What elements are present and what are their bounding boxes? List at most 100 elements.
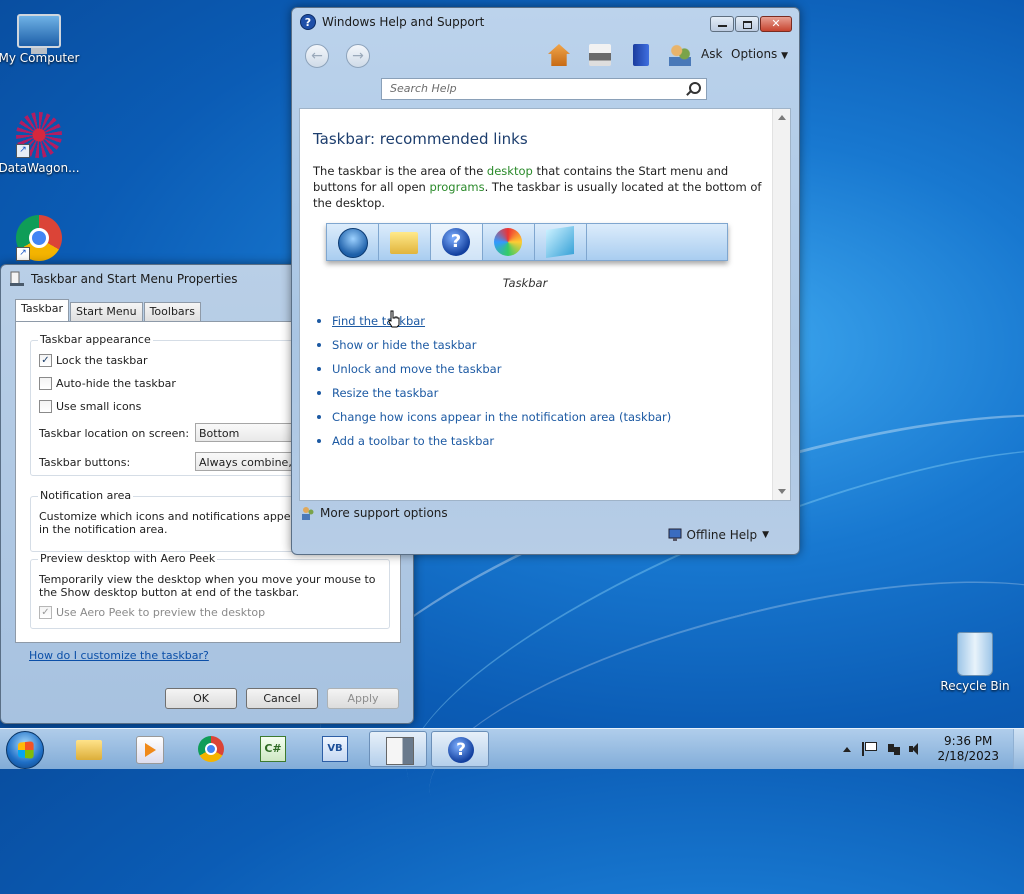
more-support-options[interactable]: More support options [301, 506, 448, 520]
link-find-taskbar[interactable]: Find the taskbar [313, 309, 671, 333]
action-center-flag-icon[interactable] [862, 742, 880, 756]
scroll-up-icon[interactable] [778, 115, 786, 120]
network-icon[interactable] [886, 742, 903, 756]
computer-icon [17, 14, 61, 54]
help-icon: ? [300, 14, 316, 30]
group-title: Taskbar appearance [38, 333, 153, 346]
content-scrollbar[interactable] [772, 109, 790, 500]
start-button[interactable] [6, 731, 44, 769]
ask-button[interactable]: Ask [701, 47, 722, 61]
taskbar-help-button[interactable]: ? [431, 731, 489, 767]
link-resize-taskbar[interactable]: Resize the taskbar [313, 381, 671, 405]
taskbar-chrome-button[interactable] [182, 731, 240, 767]
forward-button[interactable]: → [346, 44, 370, 68]
help-and-support-window[interactable]: ? Windows Help and Support ✕ ← → Ask Opt… [291, 7, 800, 555]
options-button[interactable]: Options ▼ [731, 47, 788, 61]
taskbar-media-player-button[interactable] [120, 731, 178, 767]
buttons-label: Taskbar buttons: [39, 456, 131, 469]
checkbox-label: Lock the taskbar [56, 354, 148, 367]
aero-description: Temporarily view the desktop when you mo… [39, 573, 376, 599]
search-icon[interactable] [689, 82, 701, 94]
link-show-hide-taskbar[interactable]: Show or hide the taskbar [313, 333, 671, 357]
taskbar-illustration: ? [326, 223, 728, 261]
show-hidden-icons-icon[interactable] [843, 746, 852, 752]
taskbar-properties-button[interactable] [369, 731, 427, 767]
illus-cell [535, 224, 587, 260]
para-text: The taskbar is the area of the [313, 164, 487, 178]
taskbar: C# VB ? 9:36 PM 2/18/2023 [0, 728, 1024, 769]
cancel-button[interactable]: Cancel [246, 688, 318, 709]
group-title: Preview desktop with Aero Peek [38, 552, 218, 565]
csharp-icon: C# [260, 736, 286, 762]
desktop-icon-label: DataWagon... [0, 161, 80, 175]
options-label: Options [731, 47, 778, 61]
ok-button[interactable]: OK [165, 688, 237, 709]
checkbox-checked-icon: ✓ [39, 606, 52, 619]
glossary-link-desktop[interactable]: desktop [487, 164, 533, 178]
props-tabs: Taskbar Start Menu Toolbars [15, 299, 202, 322]
media-player-icon [136, 736, 164, 764]
volume-icon[interactable] [908, 742, 924, 756]
checkbox-unchecked-icon [39, 400, 52, 413]
apply-button[interactable]: Apply [327, 688, 399, 709]
taskbar-vb-button[interactable]: VB [306, 731, 364, 767]
checkbox-unchecked-icon [39, 377, 52, 390]
illustration-caption: Taskbar [502, 276, 548, 290]
checkbox-label: Use Aero Peek to preview the desktop [56, 606, 266, 619]
help-icon: ? [448, 737, 474, 763]
more-support-label: More support options [320, 506, 448, 520]
customize-help-link[interactable]: How do I customize the taskbar? [29, 649, 209, 662]
taskbar-properties-icon [10, 271, 24, 286]
offline-help-menu[interactable]: Offline Help ▼ [668, 528, 769, 542]
visual-basic-icon: VB [322, 736, 348, 762]
checkbox-label: Use small icons [56, 400, 142, 413]
lock-taskbar-checkbox[interactable]: ✓ Lock the taskbar [39, 354, 148, 367]
tab-toolbars[interactable]: Toolbars [143, 302, 201, 322]
notes-icon [546, 226, 574, 258]
minimize-button[interactable] [710, 16, 734, 32]
taskbar-explorer-button[interactable] [60, 731, 118, 767]
ask-icon[interactable] [669, 44, 691, 66]
location-label: Taskbar location on screen: [39, 427, 190, 440]
glossary-link-programs[interactable]: programs [430, 180, 485, 194]
wallpaper-streak [405, 528, 1024, 894]
link-notification-icons[interactable]: Change how icons appear in the notificat… [313, 405, 671, 429]
clock-time: 9:36 PM [944, 734, 993, 748]
system-clock[interactable]: 9:36 PM 2/18/2023 [937, 734, 999, 764]
print-icon[interactable] [589, 44, 611, 66]
link-unlock-move-taskbar[interactable]: Unlock and move the taskbar [313, 357, 671, 381]
desktop-icon-chrome[interactable]: ↗ [0, 215, 81, 264]
svg-text:?: ? [305, 16, 311, 29]
desktop-icon-datawagon[interactable]: ↗ DataWagon... [0, 112, 81, 175]
folder-icon [390, 232, 418, 254]
tab-taskbar[interactable]: Taskbar [15, 299, 69, 322]
desktop-icon-label: Recycle Bin [940, 679, 1010, 693]
page-heading: Taskbar: recommended links [313, 130, 528, 148]
aero-peek-checkbox[interactable]: ✓ Use Aero Peek to preview the desktop [39, 606, 265, 619]
recommended-links: Find the taskbar Show or hide the taskba… [313, 309, 671, 453]
back-button[interactable]: ← [305, 44, 329, 68]
start-orb-icon [338, 228, 368, 258]
autohide-taskbar-checkbox[interactable]: Auto-hide the taskbar [39, 377, 176, 390]
show-desktop-button[interactable] [1013, 729, 1024, 769]
close-button[interactable]: ✕ [760, 16, 792, 32]
scroll-down-icon[interactable] [778, 489, 786, 494]
tab-start-menu[interactable]: Start Menu [70, 302, 143, 322]
desktop-icon-my-computer[interactable]: My Computer [0, 8, 81, 65]
illus-cell [483, 224, 535, 260]
desktop-icon-recycle-bin[interactable]: Recycle Bin [933, 632, 1017, 693]
help-content-pane: Taskbar: recommended links The taskbar i… [299, 108, 791, 501]
maximize-button[interactable] [735, 16, 759, 32]
chrome-icon: ↗ [16, 215, 62, 261]
taskbar-csharp-button[interactable]: C# [244, 731, 302, 767]
link-add-toolbar[interactable]: Add a toolbar to the taskbar [313, 429, 671, 453]
offline-computer-icon [668, 528, 682, 541]
small-icons-checkbox[interactable]: Use small icons [39, 400, 141, 413]
chevron-down-icon: ▼ [762, 530, 769, 540]
help-title: Windows Help and Support [322, 15, 485, 29]
browse-help-icon[interactable] [633, 44, 649, 66]
checkbox-label: Auto-hide the taskbar [56, 377, 176, 390]
search-input[interactable]: Search Help [381, 78, 707, 100]
help-icon: ? [442, 228, 470, 256]
home-icon[interactable] [548, 44, 570, 66]
